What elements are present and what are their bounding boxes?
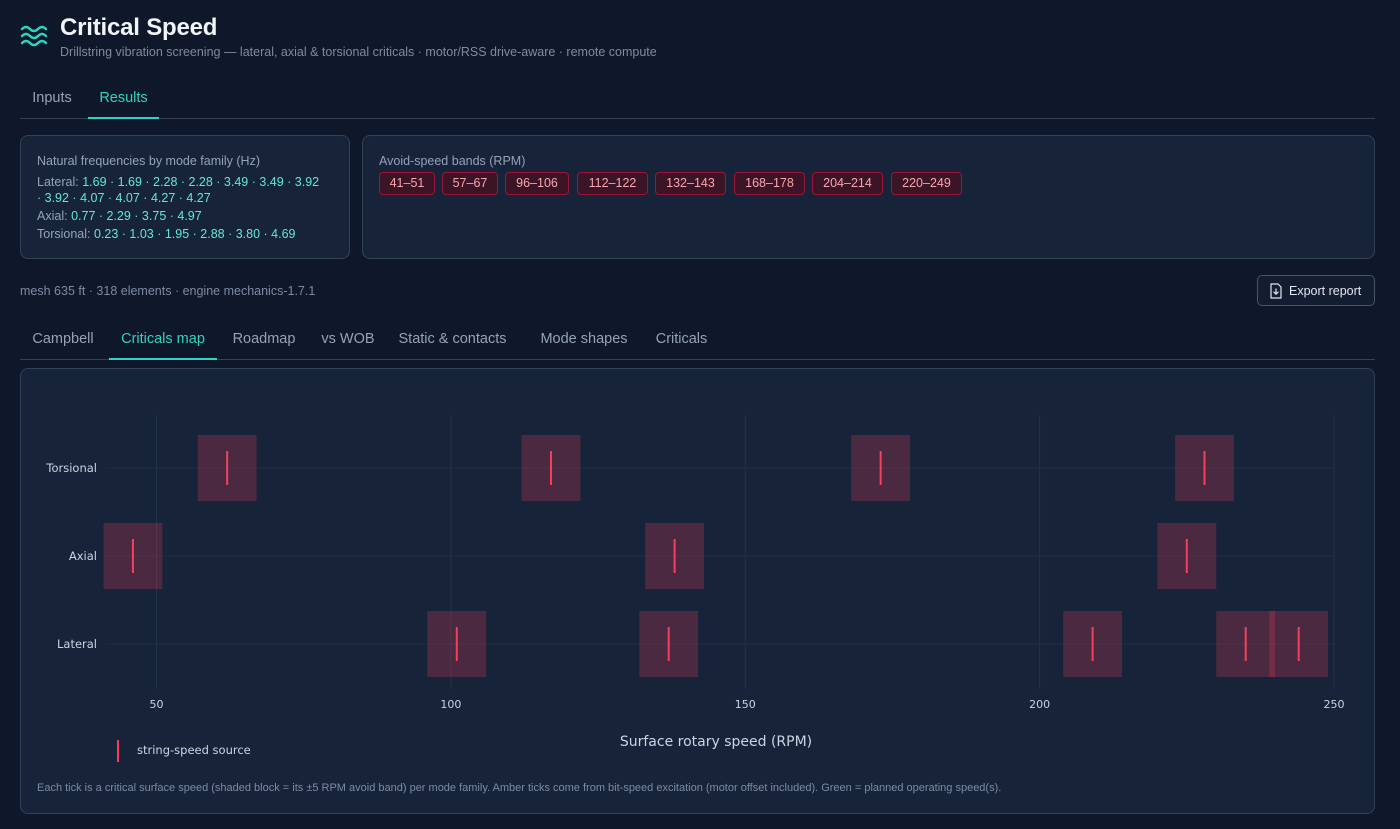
y-tick-label: Lateral (57, 637, 97, 651)
lateral-values: 1.69 · 1.69 · 2.28 · 2.28 · 3.49 · 3.49 … (82, 175, 320, 189)
lateral-label: Lateral: (37, 175, 79, 189)
tab-mode-shapes[interactable]: Mode shapes (529, 321, 639, 360)
tab-criticals[interactable]: Criticals (644, 321, 719, 360)
file-download-icon (1270, 283, 1282, 299)
result-tabs: Campbell Criticals map Roadmap vs WOB St… (20, 321, 1375, 360)
tab-vs-wob[interactable]: vs WOB (311, 321, 385, 360)
x-tick-label: 250 (1324, 698, 1345, 711)
chart-footnote: Each tick is a critical surface speed (s… (37, 782, 1002, 794)
tab-inputs[interactable]: Inputs (20, 80, 84, 119)
avoid-band-chip: 168–178 (734, 172, 805, 195)
x-tick-label: 200 (1029, 698, 1050, 711)
avoid-bands-title: Avoid-speed bands (RPM) (379, 154, 526, 168)
avoid-band-chip: 112–122 (577, 172, 648, 195)
tab-campbell[interactable]: Campbell (20, 321, 106, 360)
axial-frequencies: Axial: 0.77 · 2.29 · 3.75 · 4.97 (37, 208, 202, 224)
export-report-button[interactable]: Export report (1257, 275, 1375, 306)
y-tick-label: Torsional (45, 461, 97, 475)
avoid-band-chip: 41–51 (379, 172, 435, 195)
lateral-values-cont: · 3.92 · 4.07 · 4.07 · 4.27 · 4.27 (37, 191, 211, 205)
avoid-bands-card: Avoid-speed bands (RPM) 41–51 57–67 96–1… (362, 135, 1375, 259)
criticals-map-chart: Torsional Axial Lateral 50 100 150 200 250 Sur… (45, 415, 1345, 762)
export-report-label: Export report (1289, 284, 1362, 298)
main-tabs: Inputs Results (20, 80, 1375, 119)
natural-frequencies-card: Natural frequencies by mode family (Hz) … (20, 135, 350, 259)
tab-results[interactable]: Results (88, 80, 159, 119)
avoid-band-chip: 204–214 (812, 172, 883, 195)
x-axis-title: Surface rotary speed (RPM) (620, 734, 812, 750)
chart-legend: string-speed source (117, 740, 251, 762)
page-subtitle: Drillstring vibration screening — latera… (60, 45, 657, 59)
axial-values: 0.77 · 2.29 · 3.75 · 4.97 (71, 209, 202, 223)
avoid-band-chip: 96–106 (505, 172, 569, 195)
torsional-label: Torsional: (37, 227, 91, 241)
lateral-frequencies: Lateral: 1.69 · 1.69 · 2.28 · 2.28 · 3.4… (37, 174, 319, 190)
x-tick-label: 150 (735, 698, 756, 711)
mesh-meta: mesh 635 ft · 318 elements · engine mech… (20, 284, 316, 298)
tab-static-contacts[interactable]: Static & contacts (390, 321, 515, 360)
x-tick-label: 100 (440, 698, 461, 711)
app-header: Critical Speed Drillstring vibration scr… (20, 14, 1380, 64)
torsional-frequencies: Torsional: 0.23 · 1.03 · 1.95 · 2.88 · 3… (37, 226, 296, 242)
legend-label: string-speed source (137, 743, 251, 757)
natural-frequencies-title: Natural frequencies by mode family (Hz) (37, 154, 260, 168)
criticals-map-card: Torsional Axial Lateral 50 100 150 200 250 Sur… (20, 368, 1375, 814)
avoid-bands-list: 41–51 57–67 96–106 112–122 132–143 168–1… (379, 172, 1379, 196)
page-title: Critical Speed (60, 14, 218, 41)
torsional-values: 0.23 · 1.03 · 1.95 · 2.88 · 3.80 · 4.69 (93, 227, 296, 241)
tab-roadmap[interactable]: Roadmap (221, 321, 307, 360)
axial-label: Axial: (37, 209, 68, 223)
waves-icon (20, 25, 48, 47)
x-tick-label: 50 (150, 698, 164, 711)
avoid-band-chip: 57–67 (442, 172, 498, 195)
avoid-band-chip: 132–143 (655, 172, 726, 195)
avoid-band-chip: 220–249 (891, 172, 962, 195)
y-tick-label: Axial (69, 549, 97, 563)
tab-criticals-map[interactable]: Criticals map (109, 321, 217, 360)
